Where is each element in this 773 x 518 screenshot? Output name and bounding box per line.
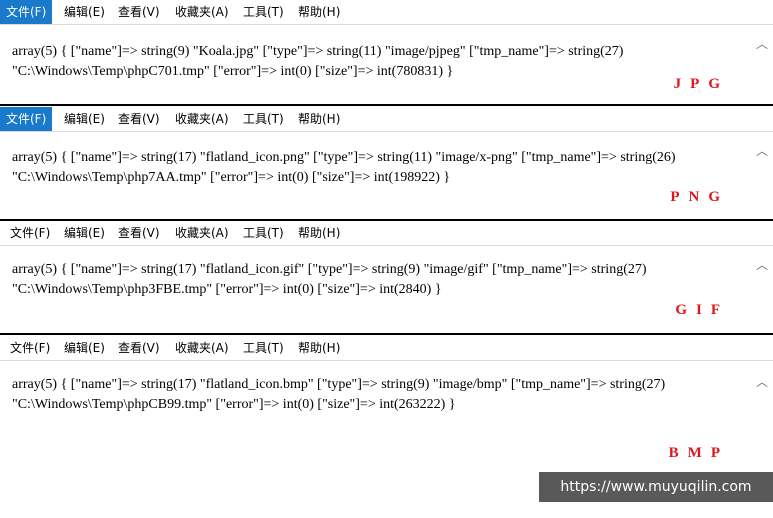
var-dump-output: array(5) { ["name"]=> string(17) "flatla… — [12, 375, 747, 415]
menu-view[interactable]: 查看(V) — [112, 221, 166, 245]
menu-view[interactable]: 查看(V) — [112, 0, 166, 24]
page-content: array(5) { ["name"]=> string(17) "flatla… — [0, 132, 773, 218]
panel-divider — [0, 104, 773, 106]
panel-divider — [0, 333, 773, 335]
menu-bar: 文件(F) 编辑(E) 查看(V) 收藏夹(A) 工具(T) 帮助(H) — [0, 221, 773, 246]
menu-help[interactable]: 帮助(H) — [292, 107, 346, 131]
output-line-1: array(5) { ["name"]=> string(9) "Koala.j… — [12, 44, 624, 59]
menu-edit[interactable]: 编辑(E) — [58, 107, 111, 131]
format-label: JPG — [673, 76, 729, 92]
menu-help[interactable]: 帮助(H) — [292, 221, 346, 245]
var-dump-output: array(5) { ["name"]=> string(17) "flatla… — [12, 260, 747, 300]
menu-edit[interactable]: 编辑(E) — [58, 336, 111, 360]
var-dump-output: array(5) { ["name"]=> string(9) "Koala.j… — [12, 42, 747, 82]
menu-favorites[interactable]: 收藏夹(A) — [169, 0, 235, 24]
menu-tools[interactable]: 工具(T) — [237, 221, 290, 245]
menu-tools[interactable]: 工具(T) — [237, 0, 290, 24]
menu-favorites[interactable]: 收藏夹(A) — [169, 336, 235, 360]
format-label: BMP — [668, 445, 729, 461]
menu-view[interactable]: 查看(V) — [112, 336, 166, 360]
menu-file[interactable]: 文件(F) — [0, 0, 53, 24]
scroll-up-icon[interactable]: ︿ — [755, 375, 769, 389]
menu-view[interactable]: 查看(V) — [112, 107, 166, 131]
scroll-up-icon[interactable]: ︿ — [755, 37, 769, 51]
browser-window-gif: 文件(F) 编辑(E) 查看(V) 收藏夹(A) 工具(T) 帮助(H) arr… — [0, 221, 773, 333]
var-dump-output: array(5) { ["name"]=> string(17) "flatla… — [12, 148, 747, 188]
menu-file[interactable]: 文件(F) — [4, 221, 56, 245]
menu-file[interactable]: 文件(F) — [4, 336, 56, 360]
menu-edit[interactable]: 编辑(E) — [58, 0, 111, 24]
output-line-2: "C:\Windows\Temp\php7AA.tmp" ["error"]=>… — [12, 170, 451, 185]
format-label: GIF — [675, 302, 729, 318]
browser-window-png: 文件(F) 编辑(E) 查看(V) 收藏夹(A) 工具(T) 帮助(H) arr… — [0, 107, 773, 219]
scroll-up-icon[interactable]: ︿ — [755, 258, 769, 272]
menu-file[interactable]: 文件(F) — [0, 107, 53, 131]
output-line-2: "C:\Windows\Temp\phpC701.tmp" ["error"]=… — [12, 64, 454, 79]
menu-help[interactable]: 帮助(H) — [292, 336, 346, 360]
menu-tools[interactable]: 工具(T) — [237, 107, 290, 131]
menu-favorites[interactable]: 收藏夹(A) — [169, 221, 235, 245]
menu-edit[interactable]: 编辑(E) — [58, 221, 111, 245]
format-label: PNG — [670, 189, 729, 205]
menu-bar: 文件(F) 编辑(E) 查看(V) 收藏夹(A) 工具(T) 帮助(H) — [0, 107, 773, 132]
output-line-1: array(5) { ["name"]=> string(17) "flatla… — [12, 262, 647, 277]
menu-favorites[interactable]: 收藏夹(A) — [169, 107, 235, 131]
page-content: array(5) { ["name"]=> string(9) "Koala.j… — [0, 25, 773, 102]
page-content: array(5) { ["name"]=> string(17) "flatla… — [0, 246, 773, 332]
menu-bar: 文件(F) 编辑(E) 查看(V) 收藏夹(A) 工具(T) 帮助(H) — [0, 336, 773, 361]
output-line-2: "C:\Windows\Temp\phpCB99.tmp" ["error"]=… — [12, 397, 456, 412]
output-line-2: "C:\Windows\Temp\php3FBE.tmp" ["error"]=… — [12, 282, 442, 297]
watermark: https://www.muyuqilin.com — [539, 472, 773, 502]
menu-bar: 文件(F) 编辑(E) 查看(V) 收藏夹(A) 工具(T) 帮助(H) — [0, 0, 773, 25]
output-line-1: array(5) { ["name"]=> string(17) "flatla… — [12, 377, 666, 392]
browser-window-jpg: 文件(F) 编辑(E) 查看(V) 收藏夹(A) 工具(T) 帮助(H) arr… — [0, 0, 773, 104]
menu-tools[interactable]: 工具(T) — [237, 336, 290, 360]
scroll-up-icon[interactable]: ︿ — [755, 144, 769, 158]
menu-help[interactable]: 帮助(H) — [292, 0, 346, 24]
output-line-1: array(5) { ["name"]=> string(17) "flatla… — [12, 150, 676, 165]
